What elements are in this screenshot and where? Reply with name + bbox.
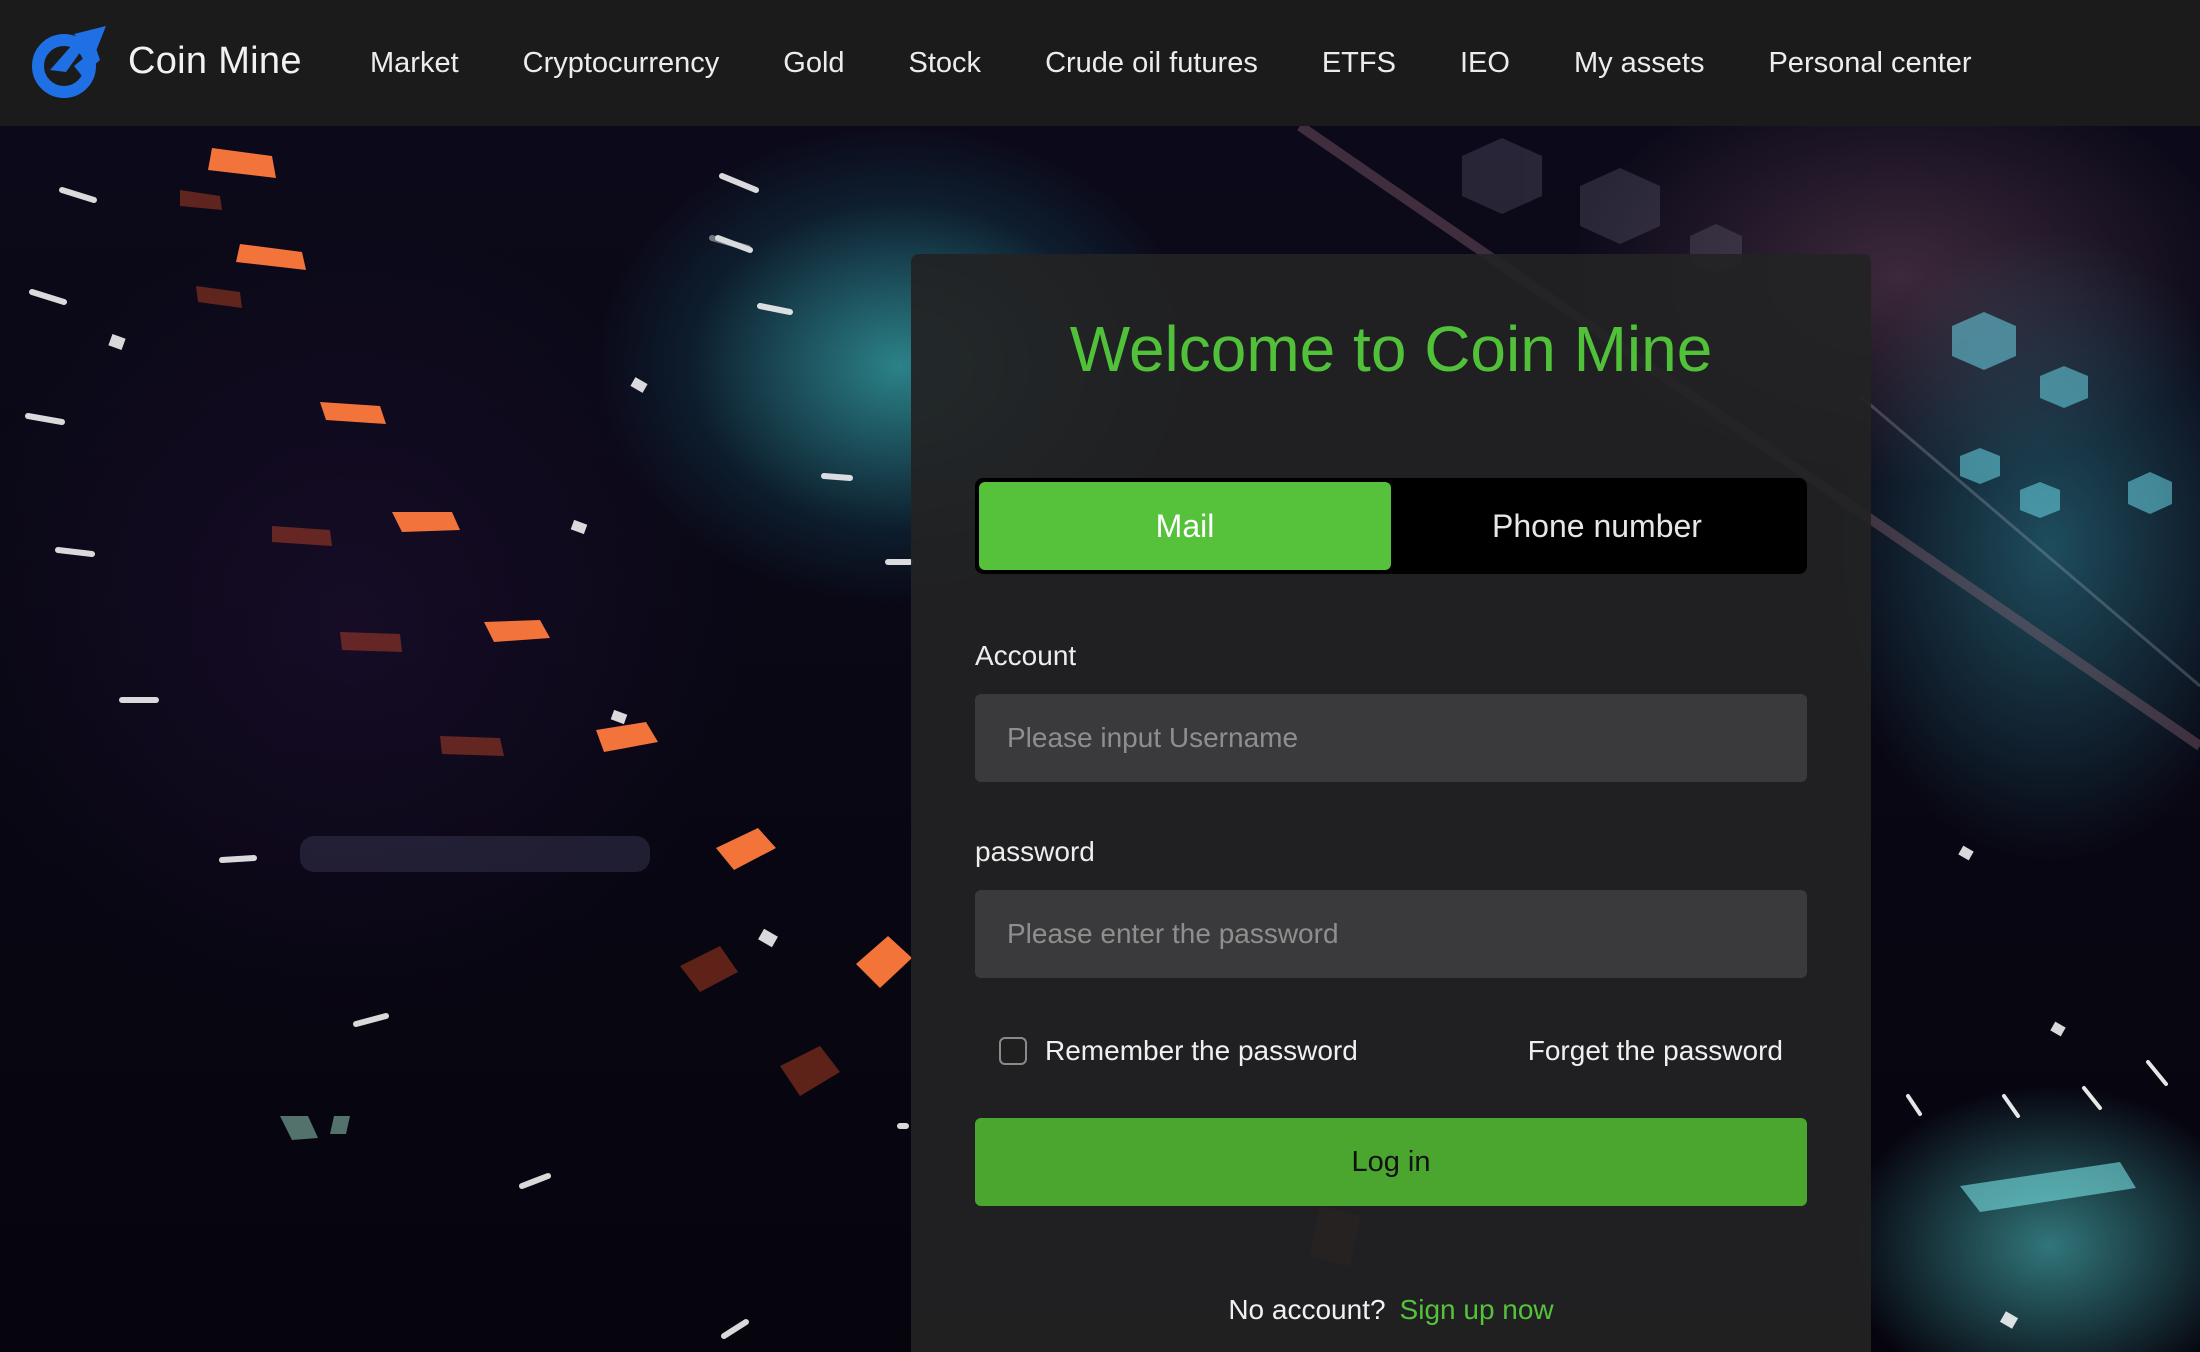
remember-password-checkbox[interactable] bbox=[999, 1037, 1027, 1065]
login-card: Welcome to Coin Mine Mail Phone number A… bbox=[911, 254, 1871, 1352]
remember-password-label[interactable]: Remember the password bbox=[1045, 1033, 1358, 1069]
tab-mail[interactable]: Mail bbox=[979, 482, 1391, 570]
main-nav: Market Cryptocurrency Gold Stock Crude o… bbox=[370, 40, 2036, 86]
page: Coin Mine Market Cryptocurrency Gold Sto… bbox=[0, 0, 2200, 1352]
password-input[interactable] bbox=[975, 890, 1807, 978]
brand-name[interactable]: Coin Mine bbox=[128, 36, 302, 86]
coin-mine-logo-icon[interactable] bbox=[30, 26, 106, 98]
remember-password-option[interactable]: Remember the password bbox=[999, 1033, 1358, 1069]
nav-item-crude-oil-futures[interactable]: Crude oil futures bbox=[1045, 40, 1258, 86]
login-button[interactable]: Log in bbox=[975, 1118, 1807, 1206]
tab-phone-number[interactable]: Phone number bbox=[1391, 482, 1803, 570]
nav-item-personal-center[interactable]: Personal center bbox=[1768, 40, 1971, 86]
login-title: Welcome to Coin Mine bbox=[1069, 313, 1713, 385]
login-method-tabs: Mail Phone number bbox=[975, 478, 1807, 574]
username-input[interactable] bbox=[975, 694, 1807, 782]
no-account-text: No account? bbox=[1228, 1294, 1386, 1325]
top-navigation: Coin Mine Market Cryptocurrency Gold Sto… bbox=[0, 0, 2200, 126]
nav-item-ieo[interactable]: IEO bbox=[1460, 40, 1510, 86]
signup-link[interactable]: Sign up now bbox=[1400, 1294, 1554, 1325]
signup-row: No account? Sign up now bbox=[911, 1290, 1871, 1330]
nav-item-my-assets[interactable]: My assets bbox=[1574, 40, 1705, 86]
nav-item-stock[interactable]: Stock bbox=[909, 40, 982, 86]
account-label: Account bbox=[975, 640, 1077, 671]
nav-item-market[interactable]: Market bbox=[370, 40, 459, 86]
nav-item-gold[interactable]: Gold bbox=[783, 40, 844, 86]
nav-item-etfs[interactable]: ETFS bbox=[1322, 40, 1396, 86]
nav-item-cryptocurrency[interactable]: Cryptocurrency bbox=[523, 40, 720, 86]
password-label: password bbox=[975, 836, 1095, 867]
forget-password-link[interactable]: Forget the password bbox=[1528, 1031, 1783, 1071]
